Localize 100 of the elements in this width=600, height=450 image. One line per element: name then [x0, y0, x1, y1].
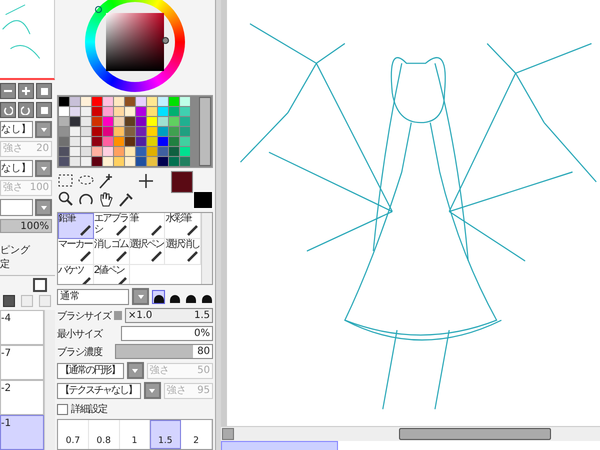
layer-item[interactable]: -1 — [0, 415, 44, 450]
color-swatch[interactable] — [81, 157, 91, 166]
move-icon[interactable] — [137, 173, 155, 190]
reset-button[interactable] — [36, 102, 52, 118]
brush-size-field[interactable]: ×1.0 1.5 — [125, 308, 213, 324]
color-swatch[interactable] — [180, 117, 190, 126]
color-swatch[interactable] — [114, 137, 124, 146]
texture-dropdown[interactable]: 【テクスチャなし】 — [57, 382, 140, 399]
color-swatch[interactable] — [59, 107, 69, 116]
color-swatch[interactable] — [103, 157, 113, 166]
size-preset[interactable]: 2 — [181, 420, 212, 449]
color-swatch[interactable] — [147, 137, 157, 146]
color-swatch[interactable] — [103, 107, 113, 116]
color-swatch[interactable] — [169, 107, 179, 116]
color-swatch[interactable] — [180, 147, 190, 156]
color-swatch[interactable] — [136, 137, 146, 146]
color-swatch[interactable] — [92, 127, 102, 136]
scrollbar-thumb[interactable] — [399, 428, 552, 440]
eyedropper-icon[interactable] — [117, 191, 135, 208]
color-swatch[interactable] — [125, 147, 135, 156]
foreground-color[interactable] — [171, 171, 193, 194]
layer-item[interactable]: -7 — [0, 345, 44, 380]
color-swatch[interactable] — [70, 117, 80, 126]
tool-button[interactable]: 選択ペン — [130, 239, 166, 266]
dropdown[interactable]: なし】 — [0, 121, 33, 138]
color-swatch[interactable] — [169, 157, 179, 166]
dropdown-button[interactable] — [35, 160, 52, 177]
color-swatch[interactable] — [158, 137, 168, 146]
color-swatch[interactable] — [103, 147, 113, 156]
color-swatch[interactable] — [136, 117, 146, 126]
color-swatch[interactable] — [180, 107, 190, 116]
rotate-left-button[interactable] — [0, 102, 16, 118]
dropdown-button[interactable] — [132, 288, 149, 306]
color-swatch[interactable] — [125, 97, 135, 106]
scroll-left-button[interactable] — [222, 428, 234, 440]
tool-button[interactable]: 消しゴム — [94, 239, 130, 266]
color-swatch[interactable] — [114, 107, 124, 116]
brush-shape-dropdown[interactable]: 【通常の円形】 — [57, 362, 124, 379]
document-tab[interactable] — [221, 441, 338, 450]
dropdown-button[interactable] — [35, 121, 52, 138]
color-swatch[interactable] — [59, 137, 69, 146]
size-toggle[interactable] — [114, 311, 122, 320]
color-swatch[interactable] — [125, 107, 135, 116]
zoom-in-button[interactable] — [18, 83, 34, 99]
layer-item[interactable]: -4 — [0, 310, 44, 345]
color-swatch[interactable] — [59, 127, 69, 136]
min-size-slider[interactable]: 0% — [121, 326, 213, 342]
color-swatch[interactable] — [92, 107, 102, 116]
dropdown[interactable]: なし】 — [0, 160, 33, 177]
color-swatch[interactable] — [136, 147, 146, 156]
color-swatch[interactable] — [169, 137, 179, 146]
color-swatch[interactable] — [136, 127, 146, 136]
dropdown-button[interactable] — [126, 362, 144, 380]
color-square[interactable] — [106, 13, 164, 72]
color-swatch[interactable] — [158, 107, 168, 116]
size-preset[interactable]: 1.5 — [150, 420, 182, 449]
color-swatch[interactable] — [158, 117, 168, 126]
rectangle-select-icon[interactable] — [57, 173, 75, 190]
color-swatch[interactable] — [59, 157, 69, 166]
color-swatch[interactable] — [169, 127, 179, 136]
color-swatch[interactable] — [114, 127, 124, 136]
opacity-slider[interactable]: 100% — [0, 219, 52, 233]
color-swatch[interactable] — [158, 157, 168, 166]
brush-shape-button[interactable] — [152, 290, 165, 304]
color-swatch[interactable] — [70, 147, 80, 156]
color-swatch[interactable] — [147, 147, 157, 156]
color-swatch[interactable] — [125, 137, 135, 146]
layer-item[interactable]: -2 — [0, 380, 44, 415]
dropdown[interactable] — [0, 199, 33, 216]
color-swatch[interactable] — [59, 117, 69, 126]
color-swatch[interactable] — [114, 157, 124, 166]
color-swatch[interactable] — [70, 157, 80, 166]
color-swatch[interactable] — [70, 107, 80, 116]
dropdown-button[interactable] — [144, 382, 160, 400]
size-preset[interactable]: 0.7 — [58, 420, 89, 449]
layer-folder-icon[interactable] — [3, 295, 15, 307]
color-swatch[interactable] — [147, 117, 157, 126]
color-swatch[interactable] — [92, 97, 102, 106]
color-swatch[interactable] — [103, 97, 113, 106]
rotate-right-button[interactable] — [18, 102, 34, 118]
tool-button[interactable]: エアブラシ — [94, 213, 130, 240]
checkbox[interactable] — [57, 404, 68, 415]
color-swatch[interactable] — [125, 157, 135, 166]
color-swatch[interactable] — [147, 157, 157, 166]
density-slider[interactable]: 80 — [115, 344, 213, 360]
tool-button[interactable]: マーカー — [58, 239, 94, 266]
color-swatch[interactable] — [136, 157, 146, 166]
color-swatch[interactable] — [169, 147, 179, 156]
color-swatch[interactable] — [92, 157, 102, 166]
color-swatch[interactable] — [103, 127, 113, 136]
magic-wand-icon[interactable] — [97, 173, 115, 190]
color-swatch[interactable] — [70, 127, 80, 136]
color-swatch[interactable] — [169, 97, 179, 106]
color-swatch[interactable] — [59, 147, 69, 156]
scrollbar[interactable] — [199, 97, 211, 166]
layer-merge-icon[interactable] — [39, 295, 51, 307]
color-swatch[interactable] — [169, 117, 179, 126]
zoom-icon[interactable] — [57, 191, 75, 208]
size-preset[interactable]: 0.8 — [88, 420, 120, 449]
color-swatch[interactable] — [59, 97, 69, 106]
